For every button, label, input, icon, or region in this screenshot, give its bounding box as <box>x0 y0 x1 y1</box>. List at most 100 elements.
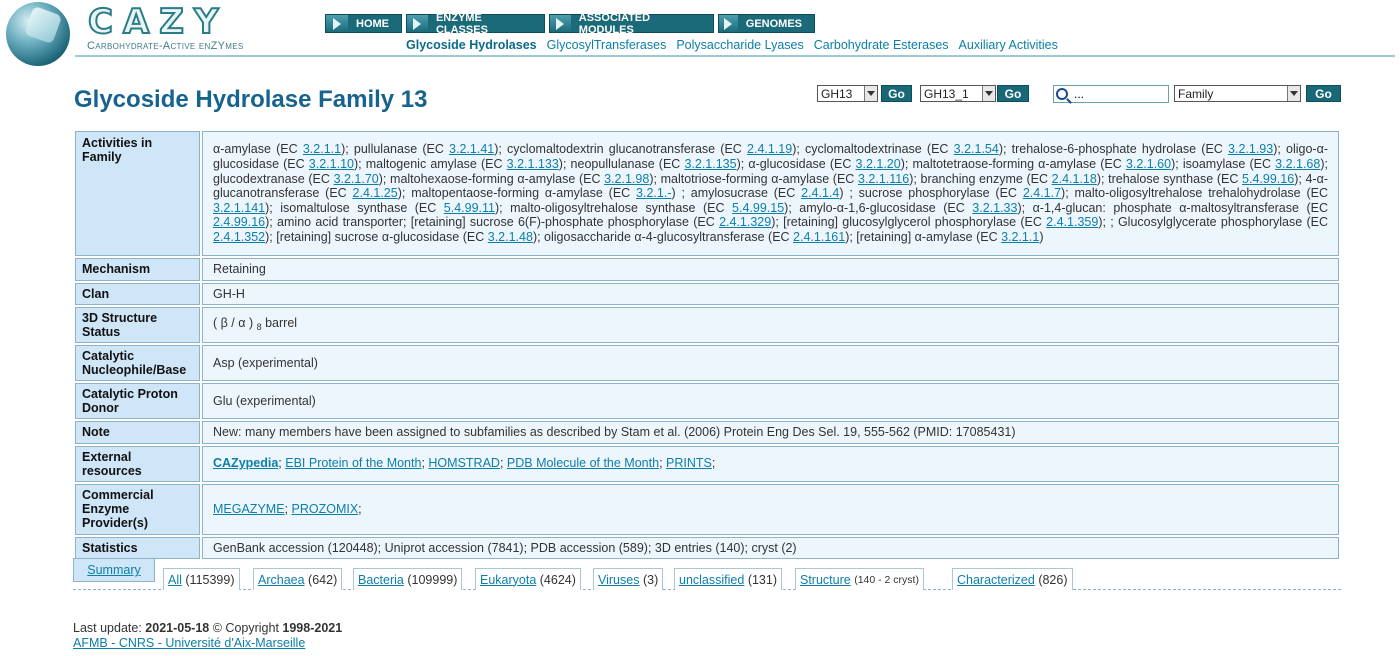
tab-link[interactable]: unclassified <box>679 573 744 587</box>
row-label: 3D Structure Status <box>75 307 200 344</box>
megazyme-link[interactable]: MEGAZYME <box>213 502 285 516</box>
last-update-line: Last update: 2021-05-18 © Copyright 1998… <box>73 621 343 635</box>
ec-number-link[interactable]: 2.4.1.18 <box>1052 172 1097 186</box>
tab-all[interactable]: All (115399) <box>163 568 240 590</box>
row-proton-donor: Catalytic Proton Donor Glu (experimental… <box>75 383 1339 420</box>
ec-number-link[interactable]: 3.2.1.141 <box>213 201 265 215</box>
tab-link[interactable]: Structure <box>800 573 851 587</box>
ec-number-link[interactable]: 3.2.1.68 <box>1275 157 1320 171</box>
cazypedia-link[interactable]: CAZypedia <box>213 456 278 470</box>
ec-number-link[interactable]: 2.4.1.4 <box>801 186 839 200</box>
ec-number-link[interactable]: 3.2.1.48 <box>488 230 533 244</box>
tab-link[interactable]: Characterized <box>957 573 1035 587</box>
statistics-value: GenBank accession (120448); Uniprot acce… <box>202 536 1339 560</box>
subnav-glycosyltransferases[interactable]: GlycosylTransferases <box>547 38 667 52</box>
ec-number-link[interactable]: 2.4.99.16 <box>213 215 265 229</box>
nav-enzyme-classes[interactable]: ENZYME CLASSES <box>406 12 545 36</box>
tab-count: (642) <box>308 572 338 587</box>
pdb-molecule-link[interactable]: PDB Molecule of the Month <box>507 456 659 470</box>
ec-number-link[interactable]: 3.2.1.116 <box>858 172 909 186</box>
ec-number-link[interactable]: 2.4.1.352 <box>213 230 265 244</box>
ec-number-link[interactable]: 2.4.1.329 <box>719 215 771 229</box>
arrow-icon <box>326 15 348 32</box>
row-mechanism: Mechanism Retaining <box>75 258 1339 281</box>
prozomix-link[interactable]: PROZOMIX <box>292 502 359 516</box>
homstrad-link[interactable]: HOMSTRAD <box>428 456 500 470</box>
tab-unclassified[interactable]: unclassified (131) <box>674 568 782 590</box>
subnav-carbohydrate-esterases[interactable]: Carbohydrate Esterases <box>814 38 949 52</box>
row-label: Statistics <box>75 536 200 560</box>
activity-text: ); isoamylase (EC <box>1171 157 1276 172</box>
ec-number-link[interactable]: 2.4.1.25 <box>353 186 398 200</box>
ec-number-link[interactable]: 3.2.1.54 <box>954 142 999 156</box>
search-input[interactable] <box>1074 87 1164 101</box>
nav-home[interactable]: HOME <box>325 14 402 33</box>
subfamily-select[interactable]: GH13_1 <box>920 85 996 102</box>
tab-summary[interactable]: Summary <box>73 558 155 582</box>
ec-number-link[interactable]: 3.2.1.70 <box>334 172 379 186</box>
tab-count: (140 - 2 cryst) <box>854 573 919 586</box>
summary-link[interactable]: Summary <box>87 563 140 577</box>
ec-number-link[interactable]: 5.4.99.15 <box>732 201 784 215</box>
subnav-glycoside-hydrolases[interactable]: Glycoside Hydrolases <box>406 38 537 52</box>
tab-structure[interactable]: Structure (140 - 2 cryst) <box>795 568 924 590</box>
subnav-polysaccharide-lyases[interactable]: Polysaccharide Lyases <box>676 38 803 52</box>
activity-text: ); trehalose-6-phosphate hydrolase (EC <box>998 142 1229 157</box>
chevron-down-icon <box>864 86 877 101</box>
nav-associated-modules[interactable]: ASSOCIATED MODULES <box>549 12 714 36</box>
tab-count: (826) <box>1038 572 1068 587</box>
ec-number-link[interactable]: 3.2.1.1 <box>303 142 341 156</box>
ec-number-link[interactable]: 2.4.1.19 <box>747 142 792 156</box>
tab-link[interactable]: Archaea <box>258 573 305 587</box>
ec-number-link[interactable]: 3.2.1.10 <box>309 157 354 171</box>
arrow-icon <box>407 15 428 32</box>
ec-number-link[interactable]: 3.2.1.93 <box>1228 142 1273 156</box>
tab-link[interactable]: Viruses <box>598 573 639 587</box>
ec-number-link[interactable]: 3.2.1.133 <box>507 157 559 171</box>
family-info-table: Activities in Family α-amylase (EC 3.2.1… <box>73 129 1341 561</box>
arrow-icon <box>719 15 738 32</box>
tab-link[interactable]: Eukaryota <box>480 573 536 587</box>
subfamily-go-button[interactable]: Go <box>997 85 1029 102</box>
top-navigation: HOME ENZYME CLASSES ASSOCIATED MODULES G… <box>325 12 815 36</box>
search-type-select[interactable]: Family <box>1174 85 1301 102</box>
subnav-auxiliary-activities[interactable]: Auxiliary Activities <box>959 38 1058 52</box>
search-go-button[interactable]: Go <box>1306 85 1341 102</box>
ec-number-link[interactable]: 2.4.1.359 <box>1046 215 1098 229</box>
family-select[interactable]: GH13 <box>817 85 878 102</box>
afmb-link[interactable]: AFMB - CNRS - Université d'Aix-Marseille <box>73 636 305 650</box>
search-box[interactable] <box>1053 85 1169 103</box>
ec-number-link[interactable]: 2.4.1.7 <box>1023 186 1061 200</box>
tab-characterized[interactable]: Characterized (826) <box>952 568 1073 590</box>
tab-link[interactable]: All <box>168 573 182 587</box>
row-3d-structure: 3D Structure Status ( β / α ) 8 barrel <box>75 307 1339 344</box>
tab-viruses[interactable]: Viruses (3) <box>593 568 664 590</box>
ec-number-link[interactable]: 3.2.1.1 <box>1001 230 1039 244</box>
tab-eukaryota[interactable]: Eukaryota (4624) <box>475 568 581 590</box>
prints-link[interactable]: PRINTS <box>666 456 712 470</box>
activity-text: ); [retaining] glucosylglycerol phosphor… <box>771 215 1047 230</box>
ec-number-link[interactable]: 3.2.1.41 <box>449 142 494 156</box>
clan-value: GH-H <box>202 282 1339 306</box>
ec-number-link[interactable]: 3.2.1.20 <box>856 157 901 171</box>
page-title: Glycoside Hydrolase Family 13 <box>74 86 428 113</box>
ebi-protein-link[interactable]: EBI Protein of the Month <box>285 456 421 470</box>
nav-genomes[interactable]: GENOMES <box>718 14 815 33</box>
taxonomy-tabs: Summary All (115399) Archaea (642) Bacte… <box>73 558 1341 592</box>
ec-number-link[interactable]: 2.4.1.161 <box>793 230 845 244</box>
tab-link[interactable]: Bacteria <box>358 573 404 587</box>
family-go-button[interactable]: Go <box>881 85 912 102</box>
activity-text: ); [retaining] sucrose α-glucosidase (EC <box>265 229 488 244</box>
tab-archaea[interactable]: Archaea (642) <box>253 568 343 590</box>
ec-number-link[interactable]: 3.2.1.60 <box>1126 157 1171 171</box>
ec-number-link[interactable]: 3.2.1.135 <box>684 157 736 171</box>
ec-number-link[interactable]: 3.2.1.- <box>636 186 671 200</box>
row-note: Note New: many members have been assigne… <box>75 421 1339 444</box>
row-label: Clan <box>75 282 200 306</box>
ec-number-link[interactable]: 5.4.99.11 <box>444 201 495 215</box>
tab-bacteria[interactable]: Bacteria (109999) <box>353 568 463 590</box>
activity-text: ); oligosaccharide α-4-glucosyltransfera… <box>532 229 794 244</box>
ec-number-link[interactable]: 3.2.1.33 <box>972 201 1017 215</box>
ec-number-link[interactable]: 5.4.99.16 <box>1242 172 1294 186</box>
ec-number-link[interactable]: 3.2.1.98 <box>604 172 649 186</box>
